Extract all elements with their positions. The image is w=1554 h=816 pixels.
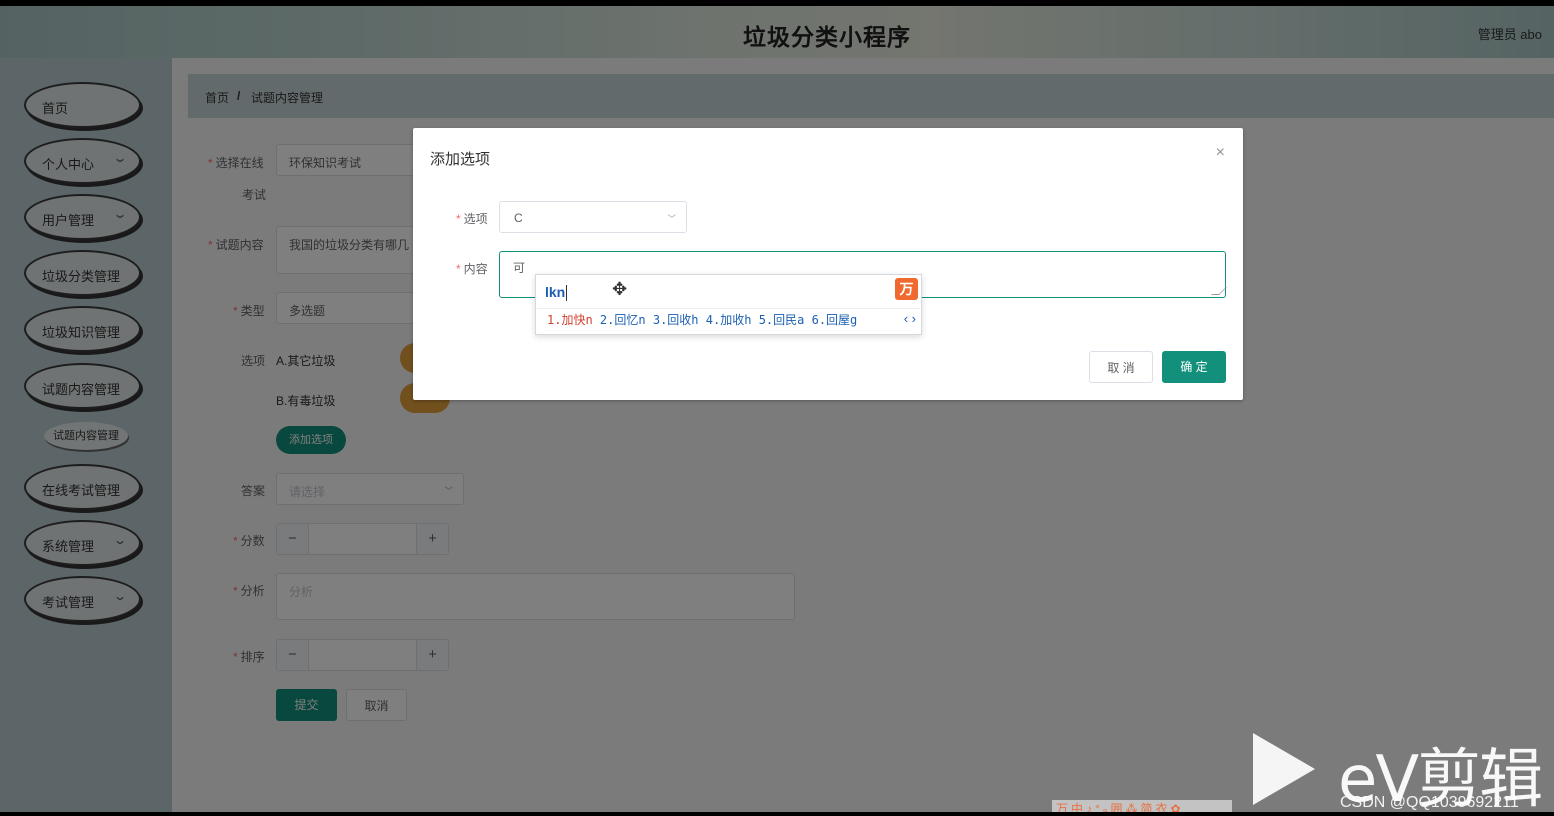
ime-candidate[interactable]: 3.回收h: [653, 313, 699, 327]
modal-overlay[interactable]: [0, 6, 1554, 812]
option-select[interactable]: C ›: [499, 201, 687, 233]
ime-candidates: 1.加快n 2.回忆n 3.回收h 4.加收h 5.回民a 6.回屋g: [547, 311, 857, 328]
ime-candidate[interactable]: 6.回屋g: [812, 313, 858, 327]
ime-logo-icon[interactable]: 万: [895, 278, 918, 300]
resize-handle-icon[interactable]: [1211, 287, 1227, 295]
ime-candidate[interactable]: 1.加快n: [547, 313, 593, 327]
ime-candidate[interactable]: 2.回忆n: [600, 313, 646, 327]
ime-status-tray[interactable]: 万中♪°₉囲⁂简衣✿: [1052, 800, 1232, 812]
play-icon: [1253, 733, 1315, 805]
watermark-csdn: CSDN @QQ1039692211: [1340, 794, 1519, 811]
dialog-cancel-button[interactable]: 取 消: [1089, 351, 1153, 383]
chevron-down-icon: ›: [662, 213, 685, 219]
ime-candidate-window: lkn ✥ 万 1.加快n 2.回忆n 3.回收h 4.加收h 5.回民a 6.…: [535, 274, 922, 335]
app-window: 垃圾分类小程序 管理员 abo 首页 个人中心 ⌄ 用户管理 ⌄ 垃圾分类管理 …: [0, 6, 1554, 812]
add-option-dialog: 添加选项 × * 选项 C › * 内容 可 取 消 确 定: [413, 128, 1243, 400]
option-label: * 选项: [456, 212, 488, 226]
content-label: * 内容: [456, 262, 488, 276]
dialog-title: 添加选项: [430, 151, 491, 168]
move-icon[interactable]: ✥: [612, 279, 627, 300]
ime-page-nav[interactable]: ‹ ›: [904, 311, 916, 326]
ime-composition: lkn: [545, 284, 568, 302]
close-icon[interactable]: ×: [1216, 144, 1225, 162]
ime-candidate[interactable]: 5.回民a: [759, 313, 805, 327]
ime-candidate[interactable]: 4.加收h: [706, 313, 752, 327]
dialog-confirm-button[interactable]: 确 定: [1162, 351, 1226, 383]
